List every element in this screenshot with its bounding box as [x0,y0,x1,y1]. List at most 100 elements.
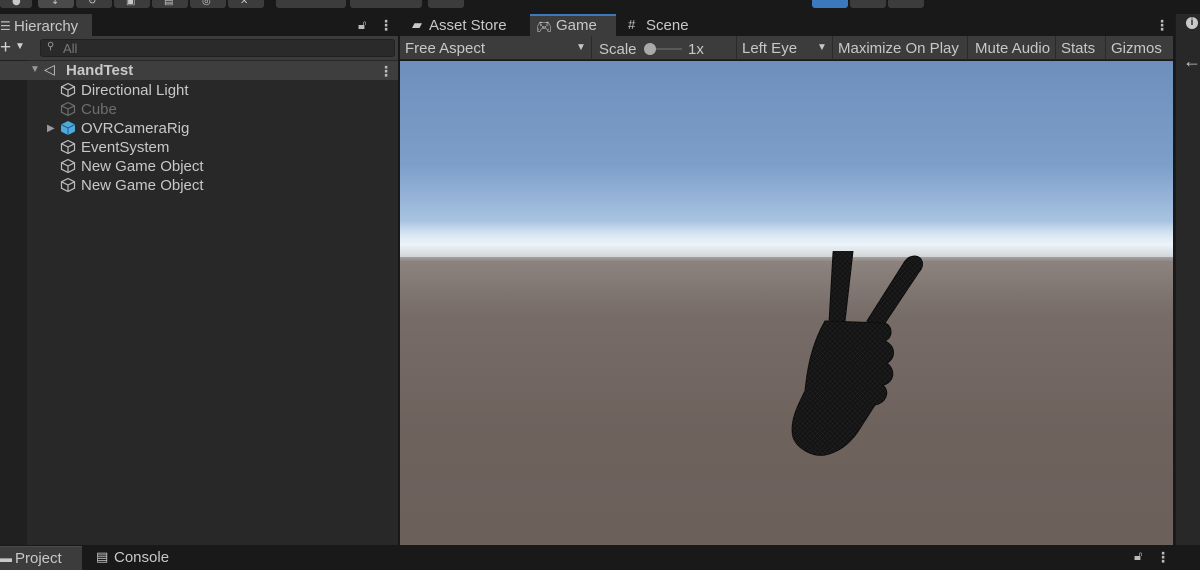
console-icon: ▤ [96,549,109,564]
transform-icon: ◎ [202,0,211,7]
prefab-cube-icon [60,121,76,135]
bag-icon: ▰ [412,17,422,32]
hand-icon: ● [12,0,21,7]
tab-label: Project [15,550,62,567]
game-tabbar: ▰ Asset Store 🎮︎ Game # Scene ⋮ [400,14,1173,36]
gameobject-cube-icon [60,82,76,98]
mute-audio-toggle[interactable]: Mute Audio [975,40,1050,57]
tab-asset-store[interactable]: ▰ Asset Store [400,14,526,36]
hand-model [791,251,923,456]
hand-tool-button[interactable]: ● [0,0,32,8]
folder-icon: ▬ [0,551,12,565]
move-tool-button[interactable]: ↕ [38,0,74,8]
hierarchy-item-label: OVRCameraRig [81,120,190,137]
info-icon[interactable]: i [1186,17,1198,29]
divider [832,36,833,60]
scale-tool-button[interactable]: ▣ [114,0,150,8]
scale-value: 1x [688,41,704,58]
divider [1055,36,1056,60]
gameobject-cube-icon [60,139,76,155]
pivot-toggle[interactable] [276,0,346,8]
hierarchy-item[interactable]: Directional Light [0,81,398,100]
chevron-right-icon[interactable]: ▶ [47,123,55,134]
lock-icon[interactable]: 🔓︎ [358,17,366,33]
kebab-menu-icon[interactable]: ⋮ [1155,18,1169,32]
inspector-collapsed-strip: i ← [1175,14,1200,545]
game-viewport[interactable] [400,61,1173,545]
gizmos-toggle[interactable]: Gizmos [1111,40,1162,57]
scale-slider-thumb[interactable] [644,43,656,55]
tab-label: Asset Store [429,17,507,34]
grid-icon: # [628,17,636,32]
hierarchy-item[interactable]: New Game Object [0,157,398,176]
rotate-icon: ↻ [88,0,97,7]
tab-label: Game [556,17,597,34]
eye-dropdown[interactable]: Left Eye [742,40,797,57]
game-panel: ▰ Asset Store 🎮︎ Game # Scene ⋮ Free Asp… [400,14,1173,545]
kebab-menu-icon[interactable]: ⋮ [379,18,393,32]
gameobject-cube-icon [60,158,76,174]
chevron-down-icon[interactable]: ▼ [817,42,827,53]
list-icon: ☰ [0,19,11,33]
rotate-tool-button[interactable]: ↻ [76,0,112,8]
hierarchy-tree: ▼ ◁ HandTest ⋮ Directional Light Cube ▶ OVR… [0,60,398,545]
chevron-down-icon[interactable]: ▼ [15,41,25,52]
local-toggle[interactable] [350,0,422,8]
tab-console[interactable]: ▤ Console [86,546,186,570]
step-button[interactable] [888,0,924,8]
move-icon: ↕ [51,0,60,7]
tab-label: Console [114,549,170,566]
hierarchy-item-label: EventSystem [81,139,170,156]
hierarchy-item[interactable]: Cube [0,100,398,119]
chevron-down-icon[interactable]: ▼ [30,64,40,75]
transform-tool-button[interactable]: ◎ [190,0,226,8]
scene-row[interactable]: ▼ ◁ HandTest ⋮ [0,61,398,80]
search-placeholder: All [63,41,78,56]
tab-project[interactable]: ▬ Project [0,546,82,570]
hierarchy-item-label: New Game Object [81,158,204,175]
scale-icon: ▣ [126,0,136,7]
bottom-tabbar: ▬ Project ▤ Console 🔓︎ ⋮ [0,545,1200,570]
search-input[interactable]: ⚲ All [40,39,395,57]
scale-label: Scale [599,41,637,58]
hierarchy-tab-label: Hierarchy [14,18,79,35]
hierarchy-item[interactable]: New Game Object [0,176,398,195]
chevron-down-icon[interactable]: ▼ [576,42,586,53]
hierarchy-toolbar: + ▼ ⚲ All [0,36,398,60]
divider [1105,36,1106,60]
scene-kebab-icon[interactable]: ⋮ [379,64,393,78]
hierarchy-item[interactable]: EventSystem [0,138,398,157]
add-icon[interactable]: + [0,38,11,57]
stats-toggle[interactable]: Stats [1061,40,1095,57]
lock-icon[interactable]: 🔓︎ [1134,548,1142,564]
hierarchy-item-label: New Game Object [81,177,204,194]
divider [736,36,737,60]
snap-button[interactable] [428,0,464,8]
hierarchy-tabbar: ☰ Hierarchy 🔓︎ ⋮ [0,14,398,36]
gameobject-cube-icon [60,177,76,193]
arrow-left-icon[interactable]: ← [1183,51,1200,72]
main-toolbar: ● ↕ ↻ ▣ ▤ ◎ ✕ [0,0,1200,9]
hierarchy-item-label: Directional Light [81,82,189,99]
tab-game[interactable]: 🎮︎ Game [530,14,616,36]
tab-scene[interactable]: # Scene [620,14,720,36]
search-icon: ⚲ [47,41,55,52]
tab-label: Scene [646,17,689,34]
unity-scene-icon: ◁ [44,61,55,77]
divider [591,36,592,60]
divider [967,36,968,60]
tab-hierarchy[interactable]: ☰ Hierarchy [0,14,92,36]
game-controls: Free Aspect ▼ Scale 1x Left Eye ▼ Maximi… [400,36,1173,60]
rect-tool-button[interactable]: ▤ [152,0,188,8]
hierarchy-item[interactable]: ▶ OVRCameraRig [0,119,398,138]
gamepad-icon: 🎮︎ [536,19,553,34]
pause-button[interactable] [850,0,886,8]
scene-name: HandTest [66,62,134,79]
kebab-menu-icon[interactable]: ⋮ [1156,550,1170,564]
hierarchy-item-label: Cube [81,101,117,118]
aspect-dropdown[interactable]: Free Aspect [405,40,485,57]
play-button[interactable] [812,0,848,8]
custom-tool-button[interactable]: ✕ [228,0,264,8]
rect-icon: ▤ [164,0,174,7]
maximize-on-play-toggle[interactable]: Maximize On Play [838,40,959,57]
